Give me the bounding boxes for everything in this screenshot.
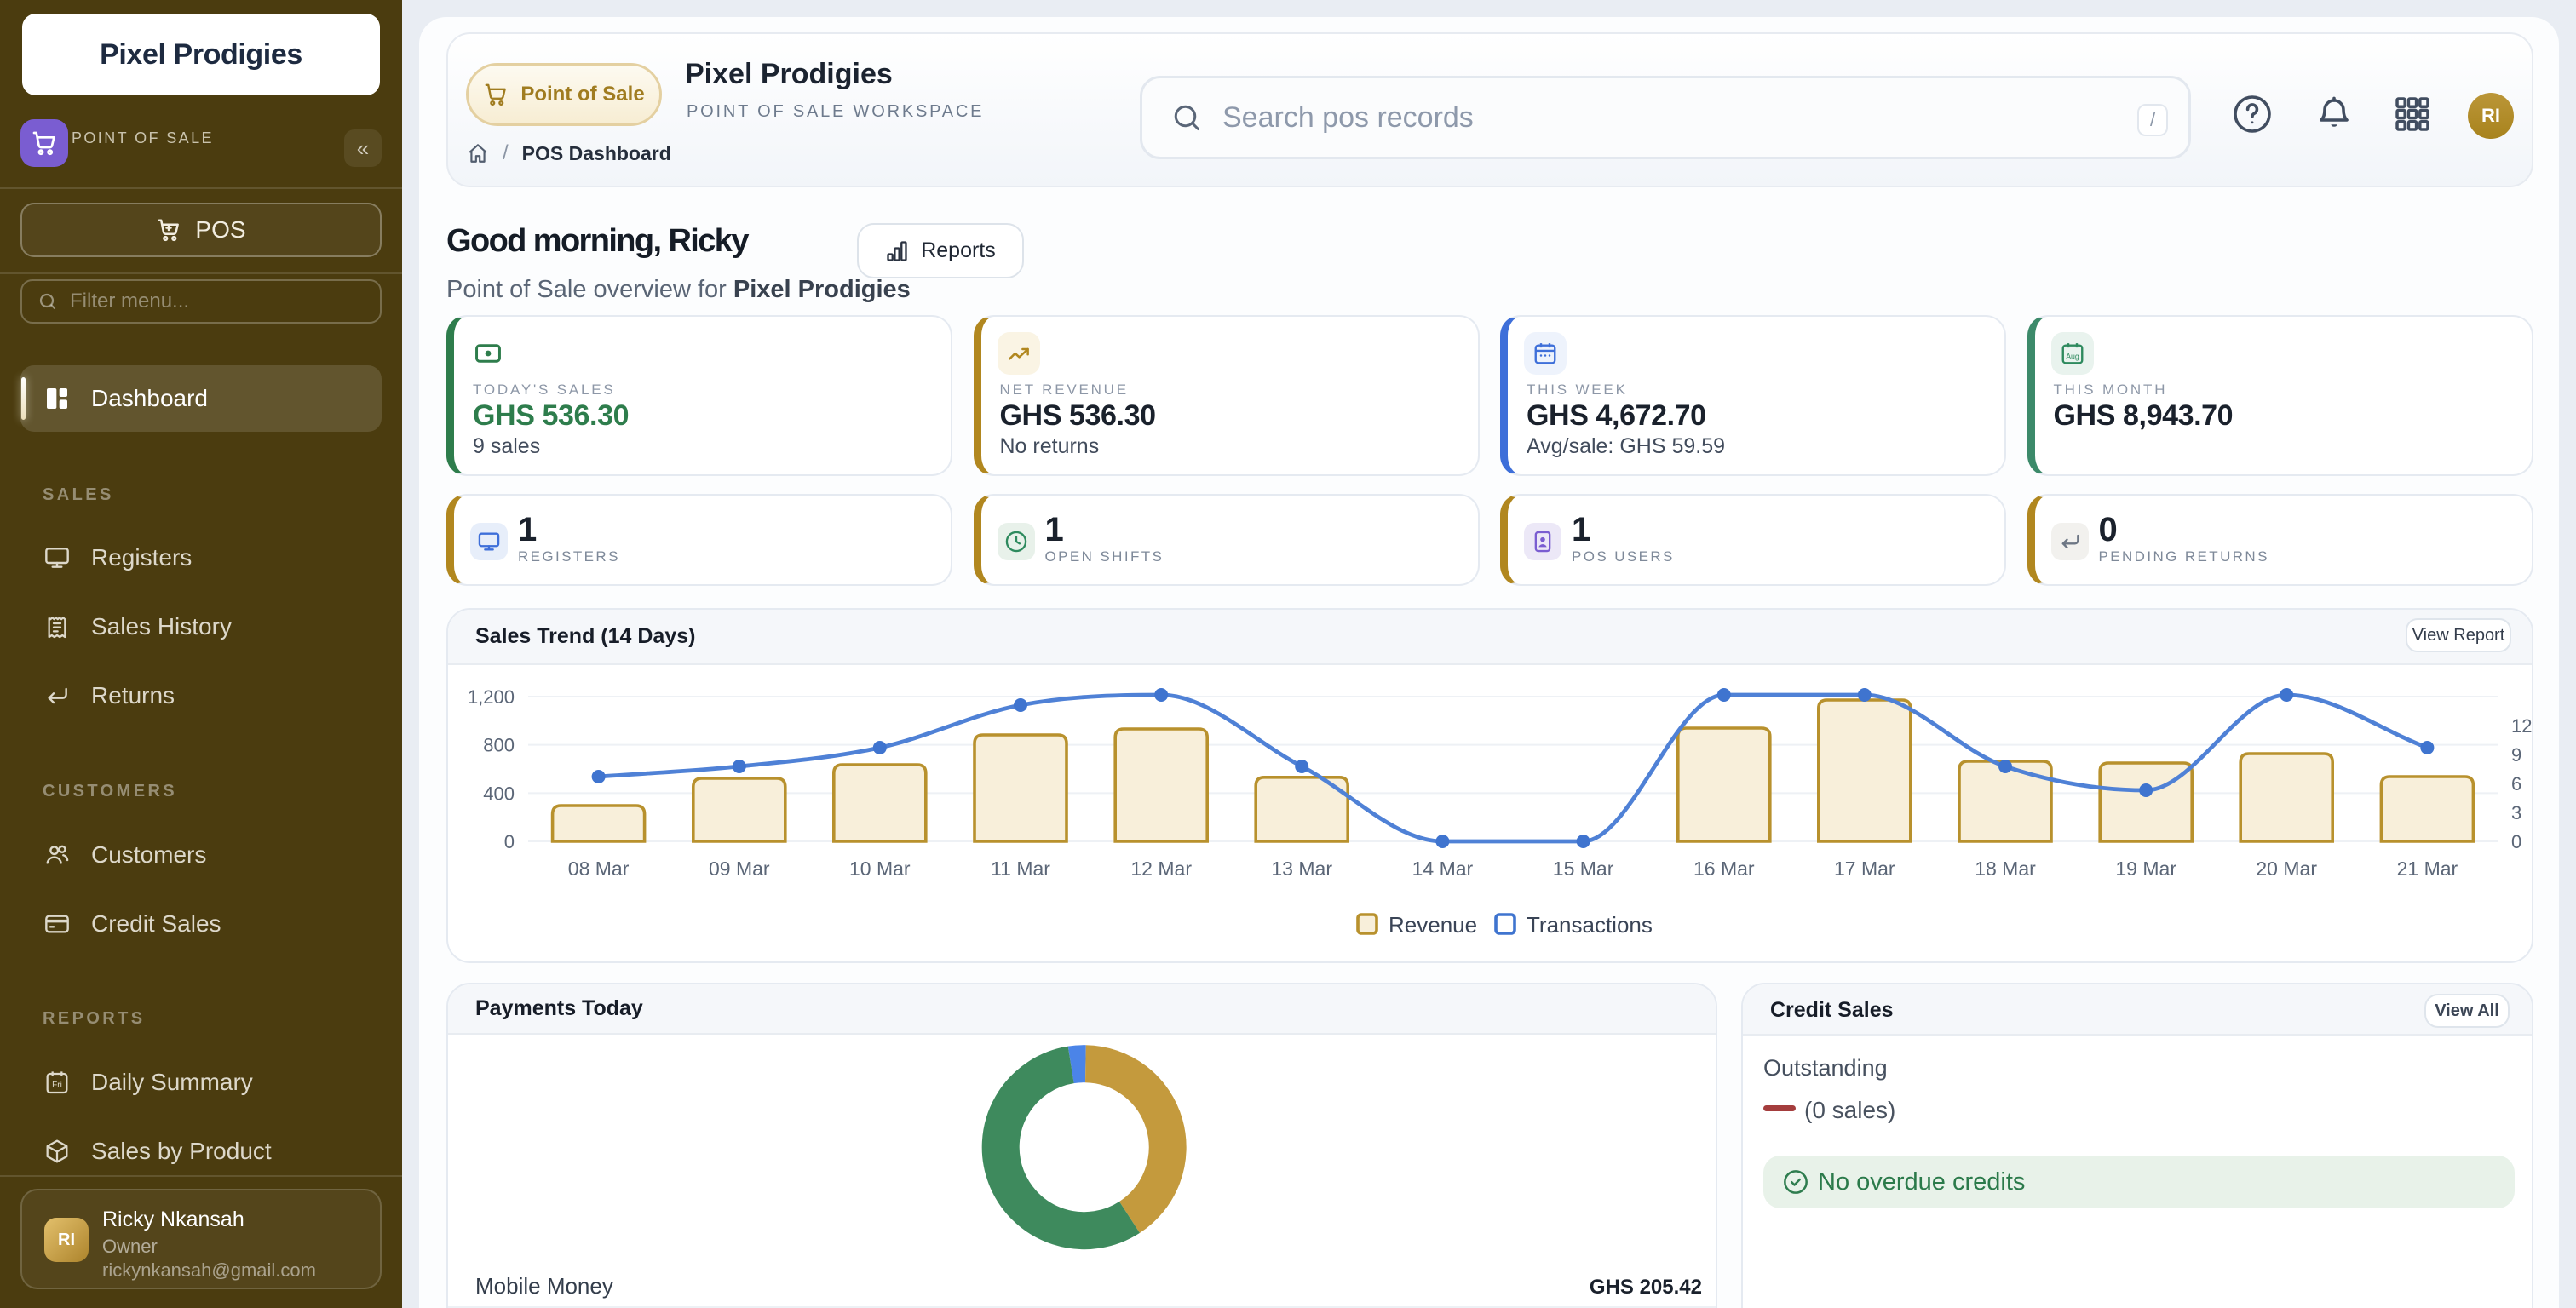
svg-text:Mobile Money: Mobile Money (475, 1273, 613, 1299)
svg-text:16 Mar: 16 Mar (1693, 858, 1755, 880)
svg-text:10 Mar: 10 Mar (849, 858, 911, 880)
svg-text:13 Mar: 13 Mar (1271, 858, 1332, 880)
svg-text:19 Mar: 19 Mar (2115, 858, 2176, 880)
svg-text:17 Mar: 17 Mar (1834, 858, 1895, 880)
svg-text:Fri: Fri (52, 1081, 62, 1090)
svg-text:3: 3 (2511, 802, 2521, 823)
svg-text:Aug: Aug (2066, 352, 2079, 360)
svg-text:0: 0 (504, 831, 515, 852)
svg-text:08 Mar: 08 Mar (568, 858, 630, 880)
svg-text:20 Mar: 20 Mar (2256, 858, 2317, 880)
svg-text:0: 0 (2511, 831, 2521, 852)
svg-text:12 Mar: 12 Mar (1130, 858, 1192, 880)
svg-text:800: 800 (483, 735, 515, 756)
svg-text:Revenue: Revenue (1389, 912, 1477, 938)
svg-text:6: 6 (2511, 773, 2521, 795)
svg-text:15 Mar: 15 Mar (1553, 858, 1614, 880)
svg-text:21 Mar: 21 Mar (2397, 858, 2458, 880)
svg-text:1,200: 1,200 (468, 686, 515, 708)
svg-text:9: 9 (2511, 744, 2521, 766)
svg-text:Transactions: Transactions (1527, 912, 1653, 938)
svg-text:14 Mar: 14 Mar (1412, 858, 1474, 880)
svg-text:400: 400 (483, 783, 515, 804)
svg-text:18 Mar: 18 Mar (1975, 858, 2036, 880)
svg-text:GHS 205.42: GHS 205.42 (1590, 1276, 1702, 1299)
svg-text:09 Mar: 09 Mar (709, 858, 770, 880)
svg-text:12: 12 (2511, 715, 2532, 737)
svg-text:11 Mar: 11 Mar (991, 858, 1050, 880)
